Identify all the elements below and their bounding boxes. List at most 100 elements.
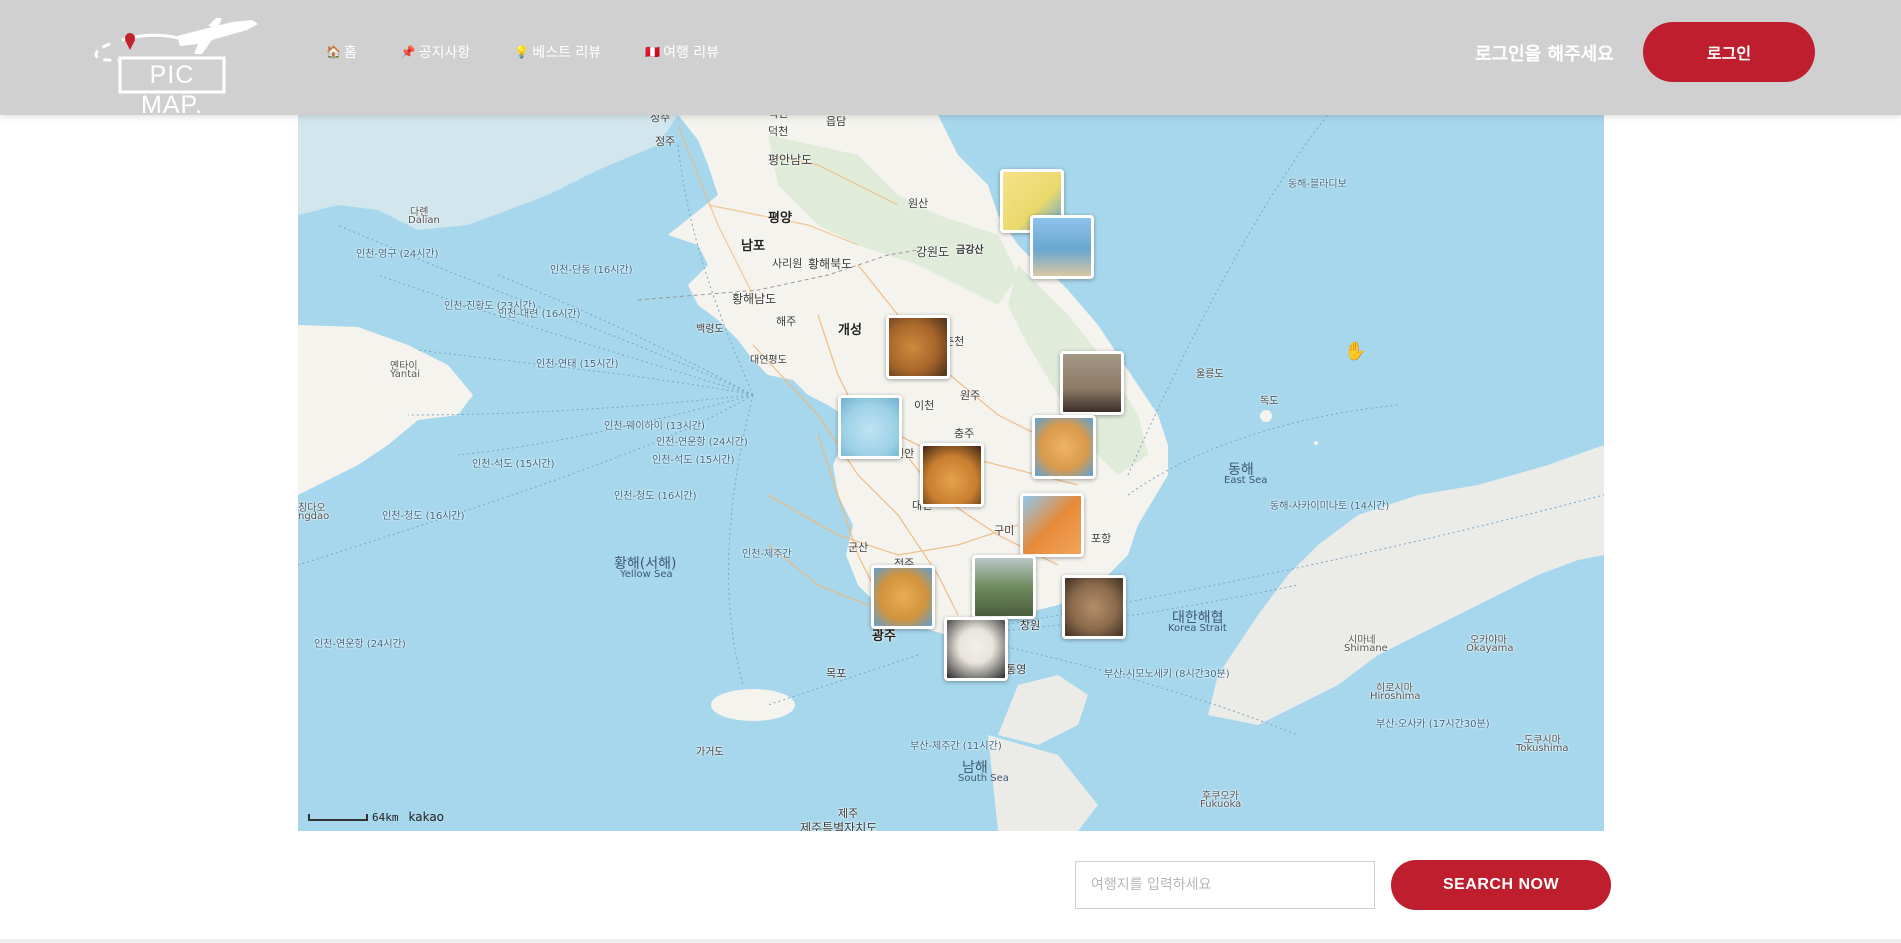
map-label-pohang: 포항: [1091, 532, 1112, 545]
photo-thumbnail: [923, 446, 981, 504]
map-label-tokushima-en: Tokushima: [1516, 743, 1569, 754]
flag-icon: 🇵🇪: [645, 45, 661, 59]
map-label-mokpo: 목포: [826, 667, 847, 680]
map-label-gageodo: 가거도: [696, 747, 724, 758]
map-label-gumi: 구미: [994, 524, 1015, 537]
route-label-7: 인천-영구 (24시간): [356, 249, 439, 260]
map-label-deokcheon: 덕천: [768, 115, 788, 121]
route-label-5: 인천-청도 (16시간): [614, 491, 697, 502]
map-label-tongyeong: 통영: [1006, 663, 1027, 676]
map-label-pyongyang: 평양: [768, 211, 792, 226]
nav-best-review[interactable]: 💡 베스트 리뷰: [514, 42, 601, 62]
map-label-changwon: 창원: [1020, 619, 1041, 632]
map-label-baengnyeongdo: 백령도: [696, 324, 724, 335]
map-label-yeonpyeongdo: 대연평도: [750, 355, 787, 366]
map-label-jeongju: 정주: [650, 115, 671, 124]
nav-travel-review[interactable]: 🇵🇪 여행 리뷰: [645, 42, 719, 62]
map-label-fukuoka-en: Fukuoka: [1200, 799, 1242, 810]
photo-marker-pomeranian-dog[interactable]: [1032, 415, 1096, 479]
house-icon: 🏠: [326, 45, 341, 59]
map-scale: 64km kakao: [308, 810, 444, 824]
photo-thumbnail: [889, 318, 947, 376]
route-label-10: 인천-연태 (15시간): [536, 359, 619, 370]
route-label-18: 동해-블라디보: [1288, 179, 1347, 190]
top-header: PIC MAP. 🏠 홈 📌 공지사항 💡 베스트 리뷰 🇵🇪 여행 리뷰 로그…: [0, 0, 1901, 119]
map-label-gangwondo: 강원도: [916, 245, 950, 259]
photo-marker-blue-character[interactable]: [838, 395, 902, 459]
nav-notice-label: 공지사항: [418, 45, 471, 61]
map-label-nampo: 남포: [741, 239, 765, 254]
search-now-button[interactable]: SEARCH NOW: [1391, 860, 1611, 910]
photo-marker-man-portrait[interactable]: [1060, 351, 1124, 415]
nav-best-review-label: 베스트 리뷰: [532, 45, 602, 61]
main-nav: 🏠 홈 📌 공지사항 💡 베스트 리뷰 🇵🇪 여행 리뷰: [326, 42, 763, 62]
destination-search-input[interactable]: [1075, 861, 1375, 909]
route-label-12: 인천-연운항 (24시간): [314, 639, 406, 650]
login-prompt: 로그인을 해주세요: [1475, 44, 1614, 65]
kakao-attribution[interactable]: kakao: [409, 810, 445, 824]
map-label-dalian-en: Dalian: [408, 215, 440, 226]
photo-marker-mountain-village[interactable]: [972, 555, 1036, 619]
map-label-qingdao-en: ngdao: [298, 511, 330, 522]
route-label-16: 부산-오사카 (17시간30분): [1376, 719, 1490, 730]
photo-thumbnail: [841, 398, 899, 456]
route-label-14: 부산-제주간 (11시간): [910, 741, 1002, 752]
map-view[interactable]: 정주 덕천 읍담 덕천 정주 평안남도 읍담 평양 남포 사리원 황해북도 황해…: [298, 115, 1604, 831]
map-label-yantai-en: Yantai: [390, 369, 421, 380]
map-label-jejudo: 제주특별자치도: [800, 821, 878, 831]
route-label-2: 인천-연운항 (24시간): [656, 437, 748, 448]
photo-marker-monkey[interactable]: [1062, 575, 1126, 639]
photo-marker-dessert[interactable]: [920, 443, 984, 507]
pic-map-logo[interactable]: PIC MAP.: [82, 14, 260, 119]
map-label-dokdo: 독도: [1260, 396, 1279, 407]
map-label-chungju: 충주: [954, 427, 975, 440]
route-label-11: 인천-단동 (16시간): [550, 265, 633, 276]
map-label-south-sea-en: South Sea: [958, 773, 1009, 784]
login-button[interactable]: 로그인: [1643, 22, 1815, 82]
scale-label: 64km: [372, 810, 399, 824]
footer-divider: [0, 939, 1901, 943]
map-label-yellow-sea-en: Yellow Sea: [620, 569, 673, 580]
map-label-wonju: 원주: [960, 389, 981, 402]
logo-text: PIC MAP.: [141, 61, 203, 119]
map-label-hwanghaenamdo: 황해남도: [732, 292, 777, 306]
photo-thumbnail: [874, 568, 932, 626]
map-label-geumgangsan: 금강산: [956, 245, 984, 256]
photo-marker-fried-chicken[interactable]: [886, 315, 950, 379]
photo-marker-angry-cartoon-face[interactable]: [871, 565, 935, 629]
map-label-korea-strait-en: Korea Strait: [1168, 623, 1227, 634]
photo-marker-beach[interactable]: [1030, 215, 1094, 279]
map-label-hwanghaebukdo: 황해북도: [808, 257, 853, 271]
pushpin-icon: 📌: [400, 45, 416, 59]
map-label-pyeongannamdo: 평안남도: [768, 153, 813, 167]
map-label-hiroshima-en: Hiroshima: [1370, 691, 1421, 702]
map-label-jeongju-2: 정주: [655, 135, 676, 148]
nav-travel-review-label: 여행 리뷰: [663, 45, 720, 61]
nav-notice[interactable]: 📌 공지사항: [401, 42, 470, 62]
photo-marker-orange-dragon-character[interactable]: [1020, 493, 1084, 557]
route-label-3: 인천-석도 (15시간): [652, 455, 735, 466]
map-label-east-sea-en: East Sea: [1224, 475, 1268, 486]
scale-bar: [308, 813, 368, 821]
map-label-gunsan: 군산: [848, 541, 869, 554]
photo-thumbnail: [1065, 578, 1123, 636]
lightbulb-icon: 💡: [514, 45, 530, 59]
photo-thumbnail: [975, 558, 1033, 616]
photo-marker-panda[interactable]: [944, 617, 1008, 681]
map-label-eupdam-2: 읍담: [826, 115, 847, 128]
route-label-4: 인천-석도 (15시간): [472, 459, 555, 470]
map-label-deokcheon-2: 덕천: [768, 125, 789, 138]
route-label-15: 부산-시모노세키 (8시간30분): [1104, 669, 1230, 680]
nav-home[interactable]: 🏠 홈: [326, 42, 357, 62]
photo-thumbnail: [1063, 354, 1121, 412]
map-label-sariwon: 사리원: [772, 257, 803, 270]
route-label-17: 동해-사카이미나토 (14시간): [1270, 501, 1390, 512]
route-label-1: 인천-웨이하이 (13시간): [604, 421, 705, 432]
map-label-wonsan: 원산: [908, 197, 929, 210]
nav-home-label: 홈: [343, 45, 357, 61]
hand-cursor-icon: ✋: [1344, 341, 1367, 362]
map-label-shimane-en: Shimane: [1344, 643, 1388, 654]
map-label-icheon: 이천: [914, 399, 935, 412]
photo-thumbnail: [1023, 496, 1081, 554]
photo-thumbnail: [1035, 418, 1093, 476]
